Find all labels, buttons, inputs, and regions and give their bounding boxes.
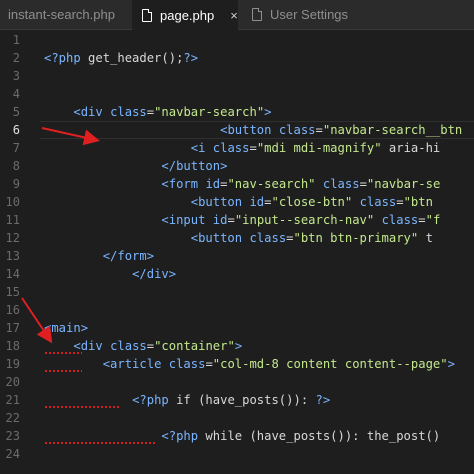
code-line[interactable]: 5 <div class="navbar-search"> [0,103,474,121]
error-squiggle [44,370,82,373]
code-text: <button class="navbar-search__btn [220,123,463,137]
line-number: 16 [5,303,20,317]
line-number: 23 [5,429,20,443]
code-line[interactable]: 15 [0,283,474,301]
line-number: 15 [5,285,20,299]
code-line[interactable]: 14 </div> [0,265,474,283]
code-line[interactable]: 7 <i class="mdi mdi-magnify" aria-hi [0,139,474,157]
line-number: 7 [12,141,20,155]
code-text: </button> [161,159,228,173]
code-text: <form id="nav-search" class="navbar-se [161,177,441,191]
code-text: <article class="col-md-8 content content… [102,357,455,371]
code-line[interactable]: 11 <input id="input--search-nav" class="… [0,211,474,229]
tab-page-php[interactable]: page.php × [132,0,238,30]
line-number: 13 [5,249,20,263]
line-number: 24 [5,447,20,461]
line-number: 22 [5,411,20,425]
close-icon[interactable]: × [230,8,238,23]
code-editor[interactable]: 1 2 <?php get_header();?> 3 4 5 <div class="n… [0,31,474,474]
tab-label: User Settings [270,7,349,22]
line-number: 4 [12,87,20,101]
code-line[interactable]: 9 <form id="nav-search" class="navbar-se [0,175,474,193]
code-text: <?php get_header();?> [44,51,199,65]
code-line[interactable]: 8 </button> [0,157,474,175]
error-squiggle [44,352,82,355]
code-line[interactable]: 4 [0,85,474,103]
line-number: 20 [5,375,20,389]
code-line[interactable]: 22 [0,409,474,427]
error-squiggle [44,442,156,445]
file-icon [252,8,262,21]
code-line[interactable]: 24 [0,445,474,463]
code-text: <button class="btn btn-primary" t [190,231,433,245]
line-number: 9 [12,177,20,191]
tab-instant-search[interactable]: instant-search.php [8,0,115,29]
error-squiggle [44,406,120,409]
code-line[interactable]: 16 [0,301,474,319]
code-line[interactable]: 12 <button class="btn btn-primary" t [0,229,474,247]
code-line[interactable]: 2 <?php get_header();?> [0,49,474,67]
line-number: 2 [12,51,20,65]
line-number: 11 [5,213,20,227]
tab-user-settings[interactable]: User Settings [252,0,348,29]
line-number: 14 [5,267,20,281]
code-text: <button id="close-btn" class="btn [190,195,433,209]
line-number: 12 [5,231,20,245]
code-line[interactable]: 1 [0,31,474,49]
line-number: 21 [5,393,20,407]
code-line[interactable]: 20 [0,373,474,391]
line-number: 1 [12,33,20,47]
tab-bar: instant-search.php page.php × User Setti… [0,0,474,30]
line-number: 6 [12,123,20,137]
code-line[interactable]: 3 [0,67,474,85]
code-line[interactable]: 6 <button class="navbar-search__btn [0,121,474,139]
tab-label: instant-search.php [8,7,115,22]
line-number: 8 [12,159,20,173]
line-number: 17 [5,321,20,335]
line-number: 18 [5,339,20,353]
line-number: 19 [5,357,20,371]
line-number: 3 [12,69,20,83]
line-number: 5 [12,105,20,119]
tab-label: page.php [160,7,215,23]
code-text: <main> [44,321,89,335]
code-line[interactable]: 10 <button id="close-btn" class="btn [0,193,474,211]
code-text: </div> [132,267,177,281]
code-line[interactable]: 17 <main> [0,319,474,337]
code-line[interactable]: 13 </form> [0,247,474,265]
code-text: <input id="input--search-nav" class="f [161,213,441,227]
code-text: <i class="mdi mdi-magnify" aria-hi [190,141,441,155]
code-text: <div class="navbar-search"> [73,105,272,119]
code-text: </form> [102,249,155,263]
line-number: 10 [5,195,20,209]
file-icon [142,8,152,22]
